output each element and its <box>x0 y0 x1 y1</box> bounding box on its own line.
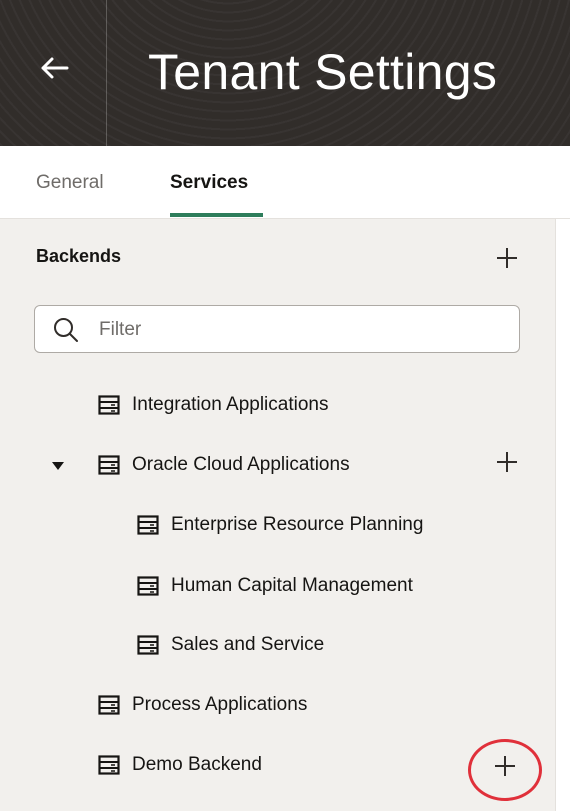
add-backend-button[interactable] <box>490 241 524 275</box>
tab-general[interactable]: General <box>36 172 104 194</box>
server-icon <box>98 455 120 475</box>
tree-item-label: Process Applications <box>132 694 308 715</box>
tree-item-demo-backend[interactable]: Demo Backend <box>98 745 262 785</box>
filter-input[interactable] <box>97 315 501 345</box>
tree-item-label: Sales and Service <box>171 634 325 655</box>
tab-bar: General Services <box>0 146 570 219</box>
filter-field[interactable] <box>34 305 520 353</box>
backends-heading: Backends <box>36 246 122 266</box>
back-button[interactable] <box>24 40 84 100</box>
header-divider <box>106 0 107 146</box>
add-demo-backend-child-button[interactable] <box>488 749 522 783</box>
tree-item-process-applications[interactable]: Process Applications <box>98 685 307 725</box>
arrow-left-icon <box>39 56 69 85</box>
plus-icon <box>495 246 519 270</box>
plus-icon <box>495 450 519 474</box>
tree-item-label: Integration Applications <box>132 394 329 415</box>
tree-item-label: Enterprise Resource Planning <box>171 514 424 535</box>
search-icon <box>53 317 79 348</box>
plus-icon <box>493 754 517 778</box>
tree-item-enterprise-resource-planning[interactable]: Enterprise Resource Planning <box>137 505 547 545</box>
backends-panel: Backends Integration Applications Oracle… <box>0 219 556 811</box>
server-icon <box>137 635 159 655</box>
page-header: Tenant Settings <box>0 0 570 146</box>
collapse-toggle[interactable] <box>50 459 66 475</box>
tree-item-oracle-cloud-applications[interactable]: Oracle Cloud Applications <box>98 445 350 485</box>
tree-item-label: Demo Backend <box>132 754 262 775</box>
page-title: Tenant Settings <box>148 44 498 100</box>
add-oracle-cloud-child-button[interactable] <box>490 445 524 479</box>
tree-item-label: Human Capital Management <box>171 575 413 596</box>
server-icon <box>98 395 120 415</box>
server-icon <box>98 755 120 775</box>
tab-services[interactable]: Services <box>170 172 248 194</box>
server-icon <box>137 576 159 596</box>
server-icon <box>98 695 120 715</box>
tree-item-integration-applications[interactable]: Integration Applications <box>98 385 328 425</box>
tree-item-human-capital-management[interactable]: Human Capital Management <box>137 566 547 606</box>
caret-down-icon <box>51 458 65 476</box>
selected-tab-indicator <box>170 213 263 217</box>
tree-item-sales-and-service[interactable]: Sales and Service <box>137 625 324 665</box>
server-icon <box>137 515 159 535</box>
tree-item-label: Oracle Cloud Applications <box>132 454 350 475</box>
